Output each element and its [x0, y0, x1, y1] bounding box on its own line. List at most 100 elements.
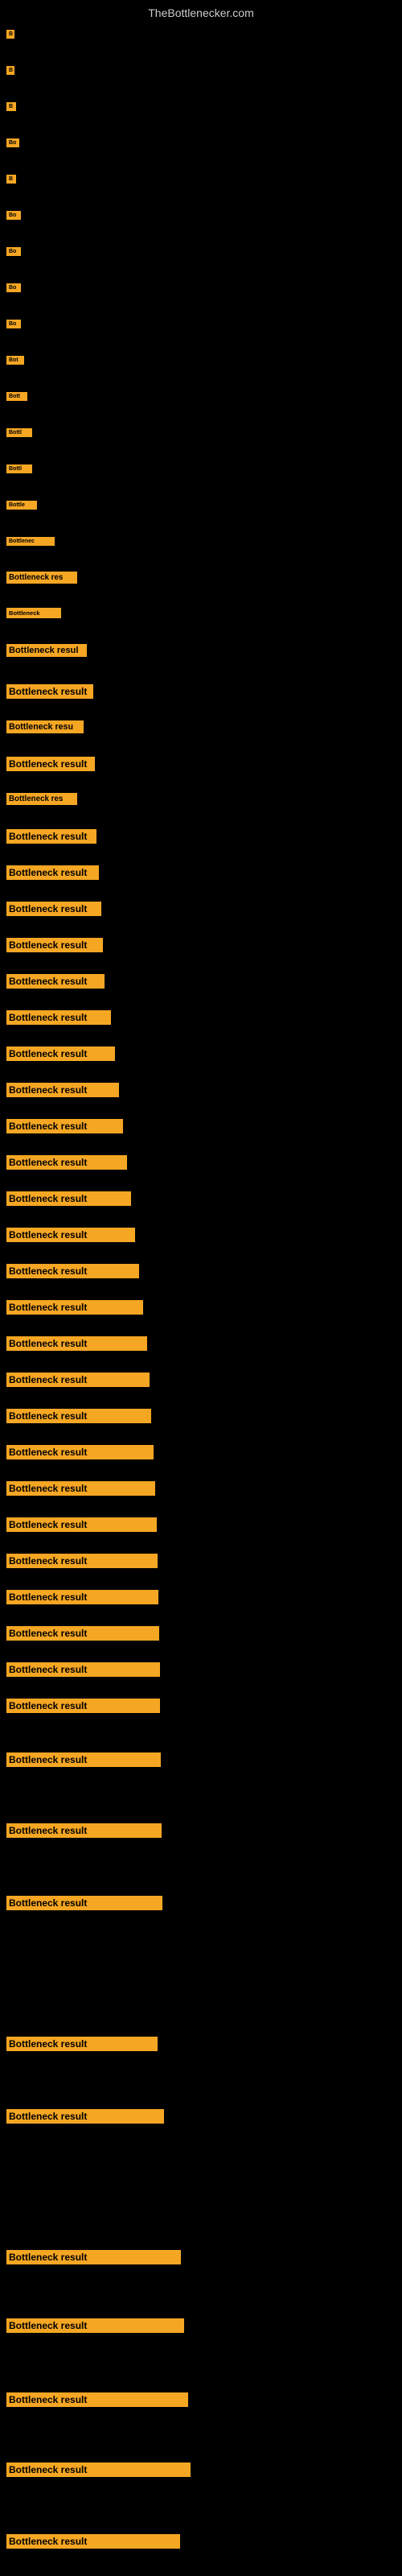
item-label: Bottleneck result	[6, 1373, 150, 1387]
item-label: Bottleneck result	[6, 1046, 115, 1061]
item-row: Bottleneck result	[6, 1300, 143, 1319]
item-label: Bottleneck result	[6, 1228, 135, 1242]
item-row: Bottl	[6, 463, 32, 477]
item-row: Bottleneck result	[6, 829, 96, 848]
item-label: Bottleneck result	[6, 757, 95, 771]
item-row: Bottleneck result	[6, 902, 101, 920]
item-row: Bo	[6, 282, 21, 296]
item-row: Bottleneck result	[6, 1823, 162, 1842]
item-row: Bottleneck result	[6, 1896, 162, 1914]
item-label: Bot	[6, 356, 24, 365]
item-label: Bottleneck result	[6, 1119, 123, 1133]
item-row: Bottleneck result	[6, 1662, 160, 1681]
item-row: Bo	[6, 137, 19, 151]
item-label: Bottle	[6, 501, 37, 510]
item-row: Bo	[6, 246, 21, 260]
item-row: Bottleneck result	[6, 1264, 139, 1282]
item-label: Bott	[6, 392, 27, 401]
item-label: Bottleneck result	[6, 974, 105, 989]
item-label: Bottleneck resu	[6, 720, 84, 733]
item-label: Bottleneck result	[6, 902, 101, 916]
item-label: Bottleneck result	[6, 1590, 158, 1604]
item-label: Bottleneck result	[6, 1752, 161, 1767]
item-row: Bo	[6, 209, 21, 224]
item-row: Bottleneck result	[6, 2392, 188, 2411]
item-label: Bottleneck result	[6, 1699, 160, 1713]
item-row: Bottleneck result	[6, 1626, 159, 1645]
item-row: Bottleneck result	[6, 684, 93, 703]
item-label: Bottleneck result	[6, 1155, 127, 1170]
item-label: B	[6, 102, 16, 111]
item-row: Bottleneck result	[6, 1590, 158, 1608]
item-label: Bottl	[6, 428, 32, 437]
item-row: B	[6, 28, 14, 43]
item-label: Bottleneck res	[6, 572, 77, 584]
item-label: Bottleneck result	[6, 1554, 158, 1568]
item-row: Bo	[6, 318, 21, 332]
item-label: Bottleneck result	[6, 1823, 162, 1838]
item-label: Bottleneck result	[6, 2109, 164, 2124]
item-label: Bottleneck result	[6, 1409, 151, 1423]
item-row: Bottleneck result	[6, 2462, 191, 2481]
item-row: Bott	[6, 390, 27, 405]
item-row: B	[6, 173, 16, 188]
item-label: Bottleneck res	[6, 793, 77, 805]
item-label: Bo	[6, 211, 21, 220]
item-row: Bottlenec	[6, 535, 55, 550]
item-label: Bottlenec	[6, 537, 55, 546]
item-label: B	[6, 66, 14, 75]
item-label: Bo	[6, 138, 19, 147]
item-row: Bot	[6, 354, 24, 369]
item-row: Bottleneck result	[6, 1228, 135, 1246]
item-label: Bottleneck result	[6, 2462, 191, 2477]
item-row: Bottleneck result	[6, 1699, 160, 1717]
item-row: Bottleneck result	[6, 2109, 164, 2128]
item-label: Bottleneck result	[6, 684, 93, 699]
item-label: Bottleneck result	[6, 2250, 181, 2264]
item-row: Bottleneck result	[6, 865, 99, 884]
item-label: Bottleneck result	[6, 938, 103, 952]
item-label: Bottleneck result	[6, 1010, 111, 1025]
item-label: Bottleneck result	[6, 1481, 155, 1496]
item-label: B	[6, 30, 14, 39]
item-row: Bottleneck result	[6, 1083, 119, 1101]
item-row: Bottleneck result	[6, 2534, 180, 2553]
item-row: Bottleneck result	[6, 1409, 151, 1427]
item-row: Bottleneck resu	[6, 720, 84, 737]
item-row: Bottleneck res	[6, 572, 77, 588]
item-row: Bottleneck result	[6, 2250, 181, 2268]
item-row: Bottl	[6, 427, 32, 441]
item-label: Bottleneck result	[6, 2318, 184, 2333]
item-label: Bottleneck result	[6, 2037, 158, 2051]
item-label: Bottleneck result	[6, 1264, 139, 1278]
item-label: Bottleneck result	[6, 1445, 154, 1459]
item-row: Bottleneck result	[6, 1046, 115, 1065]
item-row: Bottleneck result	[6, 1517, 157, 1536]
item-row: Bottleneck result	[6, 1191, 131, 1210]
item-label: Bo	[6, 283, 21, 292]
item-label: Bottleneck resul	[6, 644, 87, 657]
item-row: Bottleneck result	[6, 1554, 158, 1572]
item-row: Bottleneck result	[6, 938, 103, 956]
item-row: Bottleneck result	[6, 1373, 150, 1391]
item-label: Bottleneck result	[6, 2534, 180, 2549]
item-row: Bottleneck res	[6, 793, 77, 809]
item-row: Bottleneck result	[6, 2318, 184, 2337]
item-label: Bottleneck result	[6, 1517, 157, 1532]
item-label: Bo	[6, 247, 21, 256]
item-row: Bottleneck result	[6, 1119, 123, 1137]
item-label: Bo	[6, 320, 21, 328]
item-row: Bottleneck result	[6, 1010, 111, 1029]
item-label: Bottleneck result	[6, 1300, 143, 1315]
site-title: TheBottlenecker.com	[0, 0, 402, 23]
item-row: Bottleneck result	[6, 1481, 155, 1500]
item-row: Bottleneck result	[6, 1155, 127, 1174]
item-row: Bottleneck result	[6, 2037, 158, 2055]
item-label: Bottleneck result	[6, 2392, 188, 2407]
item-row: Bottleneck result	[6, 1752, 161, 1771]
item-row: Bottleneck result	[6, 1445, 154, 1463]
item-row: Bottleneck result	[6, 1336, 147, 1355]
item-label: Bottleneck	[6, 608, 61, 618]
item-label: B	[6, 175, 16, 184]
item-label: Bottleneck result	[6, 1626, 159, 1641]
